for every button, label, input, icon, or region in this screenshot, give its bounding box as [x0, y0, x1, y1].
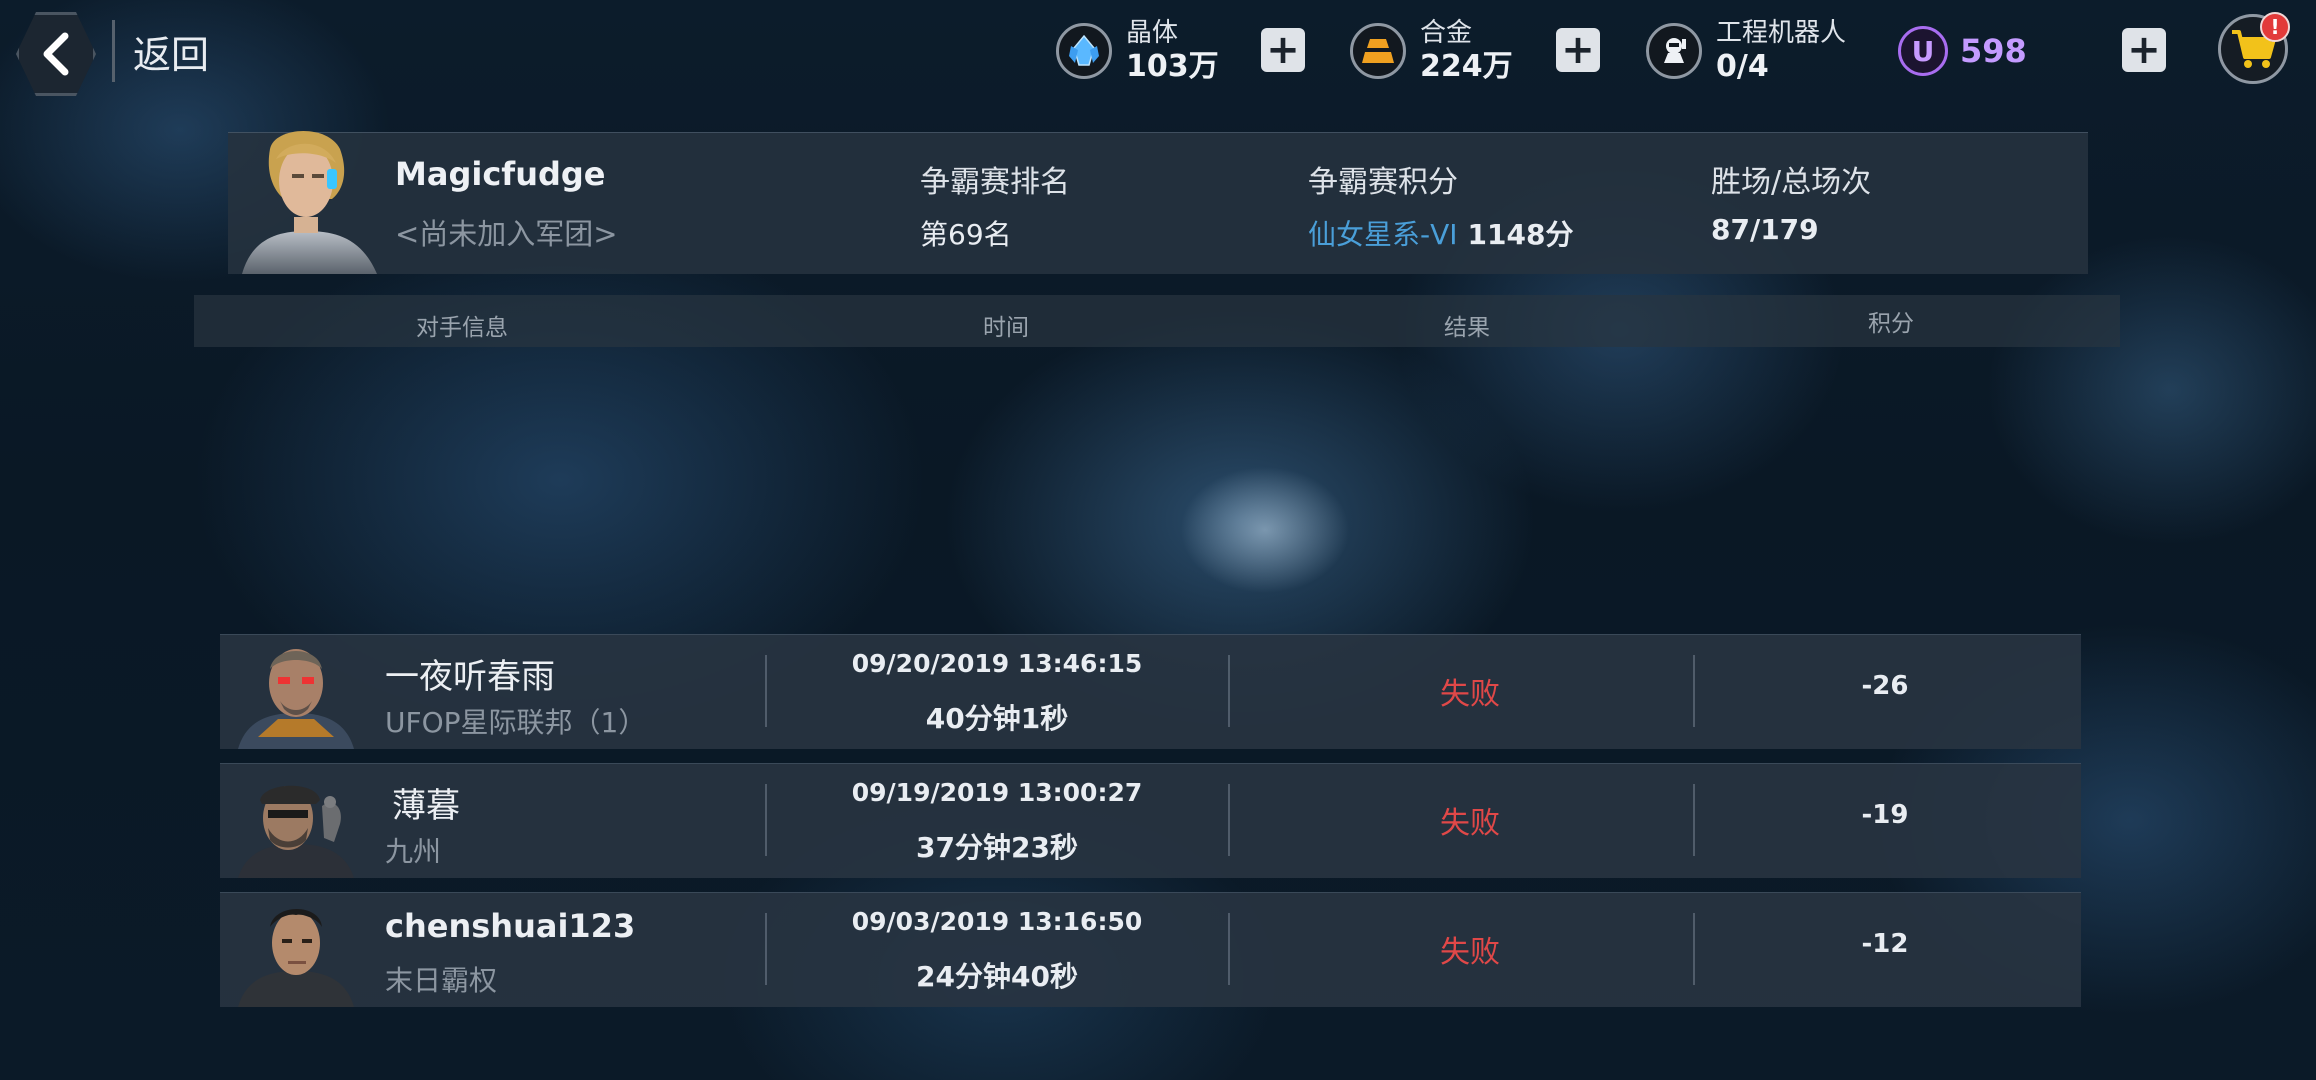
opponent-name: chenshuai123 — [385, 907, 636, 945]
opponent-guild: 九州 — [385, 835, 442, 868]
column-header-result: 结果 — [1444, 315, 1490, 341]
resource-value: 103万 — [1126, 48, 1219, 84]
resource-alloy: 合金 224万 — [1350, 18, 1513, 84]
column-header-opponent: 对手信息 — [416, 315, 508, 341]
plus-icon: + — [1266, 27, 1300, 73]
opponent-guild: 末日霸权 — [385, 964, 498, 997]
battle-duration: 40分钟1秒 — [925, 702, 1069, 735]
opponent-name: 一夜听春雨 — [385, 657, 555, 697]
opponent-avatar[interactable] — [238, 639, 354, 749]
opponent-avatar[interactable] — [238, 897, 354, 1007]
points-change: -26 — [1861, 671, 1909, 701]
battle-date: 09/03/2019 13:16:50 — [851, 907, 1143, 936]
resource-name: 工程机器人 — [1716, 17, 1847, 48]
resource-premium: U 598 — [1898, 18, 2027, 84]
battle-duration: 24分钟40秒 — [916, 960, 1078, 993]
add-crystal-button[interactable]: + — [1261, 28, 1305, 72]
notification-badge: ! — [2260, 12, 2290, 42]
battle-duration: 37分钟23秒 — [916, 831, 1078, 864]
player-guild: <尚未加入军团> — [395, 217, 618, 251]
alloy-icon — [1350, 23, 1406, 79]
battle-date: 09/19/2019 13:00:27 — [851, 778, 1143, 807]
battle-table-header: 对手信息 时间 结果 积分 — [194, 295, 2120, 347]
resource-robot: 工程机器人 0/4 — [1646, 18, 1846, 84]
opponent-avatar[interactable] — [238, 768, 354, 878]
player-profile-panel: Magicfudge <尚未加入军团> 争霸赛排名 第69名 争霸赛积分 仙女星… — [228, 130, 2088, 274]
table-row[interactable]: 一夜听春雨 UFOP星际联邦（1） 09/20/2019 13:46:15 40… — [220, 634, 2081, 749]
resource-crystal: 晶体 103万 — [1056, 18, 1219, 84]
back-label[interactable]: 返回 — [133, 24, 209, 79]
resource-value: 224万 — [1420, 48, 1513, 84]
column-header-time: 时间 — [983, 315, 1029, 341]
divider — [1228, 784, 1230, 856]
premium-currency-icon: U — [1898, 26, 1948, 76]
premium-value: 598 — [1960, 32, 2027, 70]
divider — [765, 913, 767, 985]
rank-value: 第69名 — [920, 218, 1012, 251]
divider — [765, 655, 767, 727]
add-premium-button[interactable]: + — [2122, 28, 2166, 72]
divider — [1228, 655, 1230, 727]
chevron-left-icon — [43, 32, 69, 76]
table-row[interactable]: 薄暮 九州 09/19/2019 13:00:27 37分钟23秒 失败 -19 — [220, 763, 2081, 878]
player-name: Magicfudge — [395, 155, 606, 193]
table-row[interactable]: chenshuai123 末日霸权 09/03/2019 13:16:50 24… — [220, 892, 2081, 1007]
crystal-icon — [1056, 23, 1112, 79]
player-avatar[interactable] — [232, 119, 382, 274]
opponent-guild: UFOP星际联邦（1） — [385, 706, 647, 739]
divider — [112, 20, 115, 82]
points-change: -12 — [1861, 929, 1909, 959]
add-alloy-button[interactable]: + — [1556, 28, 1600, 72]
battle-result: 失败 — [1440, 935, 1500, 970]
battle-result: 失败 — [1440, 677, 1500, 712]
column-header-points: 积分 — [1868, 311, 1914, 337]
points-value-group: 仙女星系-VI 1148分 — [1308, 213, 1573, 253]
points-value: 1148分 — [1467, 218, 1574, 251]
league-tier: 仙女星系-VI — [1308, 218, 1458, 251]
plus-icon: + — [2127, 27, 2161, 73]
record-value: 87/179 — [1711, 213, 1819, 246]
rank-label: 争霸赛排名 — [920, 165, 1070, 200]
divider — [765, 784, 767, 856]
resource-name: 合金 — [1420, 17, 1473, 48]
robot-icon — [1646, 23, 1702, 79]
record-label: 胜场/总场次 — [1711, 165, 1872, 200]
divider — [1228, 913, 1230, 985]
points-change: -19 — [1861, 800, 1909, 830]
opponent-name: 薄暮 — [392, 786, 460, 826]
battle-result: 失败 — [1440, 806, 1500, 841]
resource-name: 晶体 — [1126, 17, 1179, 48]
back-button[interactable] — [16, 12, 96, 96]
resource-value: 0/4 — [1716, 48, 1769, 84]
plus-icon: + — [1561, 27, 1595, 73]
points-label: 争霸赛积分 — [1308, 165, 1458, 200]
top-bar: 返回 晶体 103万 + 合金 224万 + 工程机器人 0/4 U 598 +… — [0, 0, 2316, 105]
battle-date: 09/20/2019 13:46:15 — [851, 649, 1143, 678]
